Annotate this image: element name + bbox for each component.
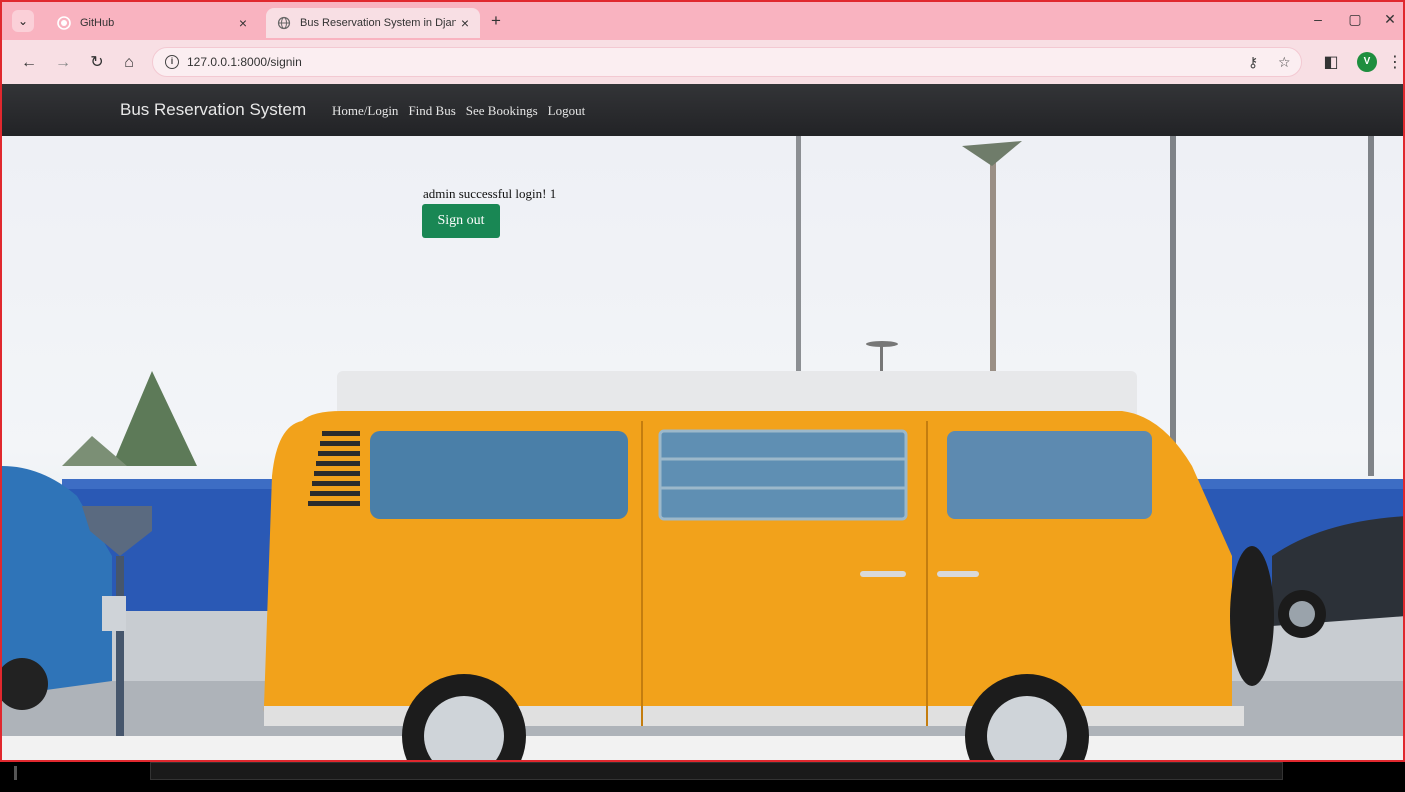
tab-title: GitHub <box>80 17 115 29</box>
new-tab-button[interactable]: + <box>486 11 506 31</box>
tab-search-chevron-icon[interactable]: ⌄ <box>12 10 34 32</box>
profile-avatar[interactable]: V <box>1357 52 1377 72</box>
tab-title: Bus Reservation System in Djan <box>300 17 456 29</box>
nav-find-bus[interactable]: Find Bus <box>408 103 455 119</box>
forward-arrow-icon[interactable]: → <box>52 52 74 74</box>
github-icon <box>56 15 72 31</box>
site-info-icon[interactable]: i <box>165 55 179 69</box>
tab-github[interactable]: GitHub × <box>46 8 258 38</box>
minimize-icon[interactable]: – <box>1308 11 1328 27</box>
close-tab-icon[interactable]: × <box>456 15 474 31</box>
reload-icon[interactable]: ↻ <box>86 52 108 74</box>
sign-out-button[interactable]: Sign out <box>422 204 500 238</box>
hero-background: admin successful login! 1 Sign out <box>2 136 1403 760</box>
web-page: Bus Reservation System Home/Login Find B… <box>2 84 1403 760</box>
globe-icon <box>276 15 292 31</box>
tab-bus-reservation[interactable]: Bus Reservation System in Djan × <box>266 8 480 38</box>
browser-toolbar: ← → ↻ ⌂ i 127.0.0.1:8000/signin ⚷ ☆ ◧ V … <box>2 40 1403 84</box>
close-window-icon[interactable]: ✕ <box>1380 11 1400 28</box>
address-bar[interactable]: i 127.0.0.1:8000/signin ⚷ ☆ <box>152 47 1302 77</box>
nav-links: Home/Login Find Bus See Bookings Logout <box>332 103 585 119</box>
taskbar-area <box>0 762 1405 792</box>
nav-see-bookings[interactable]: See Bookings <box>466 103 538 119</box>
back-arrow-icon[interactable]: ← <box>18 52 40 74</box>
home-icon[interactable]: ⌂ <box>118 52 140 74</box>
van-background-image <box>2 136 1403 760</box>
taskbar-handle <box>14 766 17 780</box>
nav-logout[interactable]: Logout <box>548 103 586 119</box>
maximize-icon[interactable]: ▢ <box>1345 11 1365 28</box>
password-key-icon[interactable]: ⚷ <box>1248 54 1258 71</box>
site-navbar: Bus Reservation System Home/Login Find B… <box>2 84 1403 136</box>
tab-strip: ⌄ GitHub × Bus Reservation System in Dja… <box>2 2 1403 40</box>
browser-window: ⌄ GitHub × Bus Reservation System in Dja… <box>0 0 1405 762</box>
nav-home-login[interactable]: Home/Login <box>332 103 398 119</box>
site-brand[interactable]: Bus Reservation System <box>120 100 306 120</box>
more-menu-icon[interactable]: ⋮ <box>1387 52 1403 74</box>
url-text[interactable]: 127.0.0.1:8000/signin <box>187 55 302 69</box>
taskbar-strip <box>150 762 1283 780</box>
login-message: admin successful login! 1 <box>423 186 557 201</box>
bookmark-star-icon[interactable]: ☆ <box>1278 54 1291 71</box>
close-tab-icon[interactable]: × <box>234 15 252 31</box>
side-panel-icon[interactable]: ◧ <box>1320 52 1342 74</box>
